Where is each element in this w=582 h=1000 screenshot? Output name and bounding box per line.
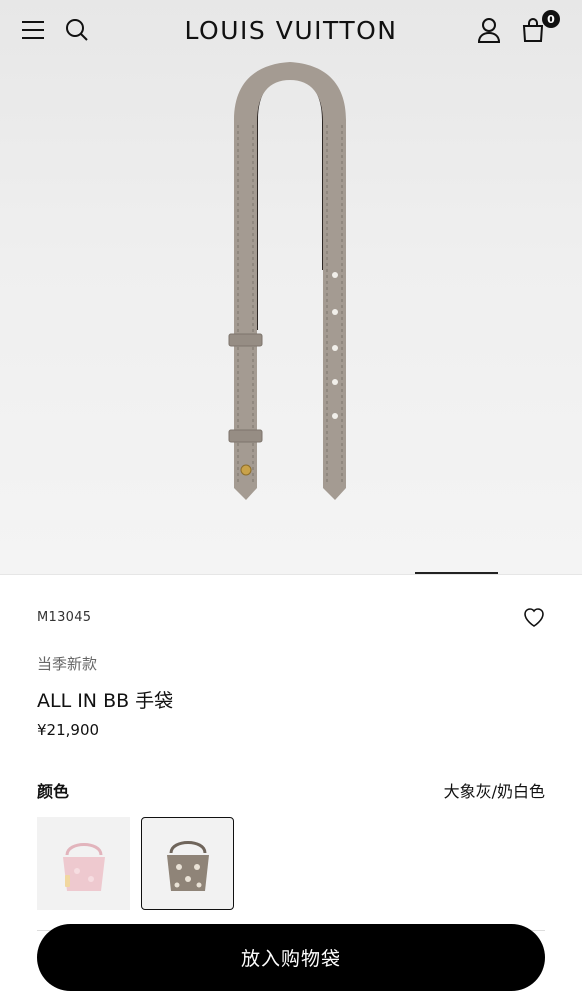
wishlist-heart-icon[interactable] (522, 606, 546, 630)
color-swatch-pink[interactable] (37, 817, 130, 910)
product-sku: M13045 (37, 610, 92, 625)
color-swatch-taupe[interactable] (141, 817, 234, 910)
account-icon[interactable] (476, 17, 502, 43)
taupe-bag-thumbnail (166, 840, 209, 891)
add-to-bag-button[interactable]: 放入购物袋 (37, 924, 545, 991)
pink-bag-thumbnail (62, 842, 105, 891)
top-nav: LOUIS VUITTON 0 (0, 0, 582, 62)
product-image (228, 62, 346, 500)
product-title: ALL IN BB 手袋 (37, 690, 174, 712)
color-label: 颜色 (37, 782, 70, 801)
selected-color: 大象灰/奶白色 (443, 782, 545, 801)
divider (0, 574, 582, 575)
product-price: ¥21,900 (37, 721, 100, 739)
product-hero (0, 0, 582, 574)
cart-count-badge: 0 (542, 10, 560, 28)
product-tag: 当季新款 (37, 655, 98, 673)
